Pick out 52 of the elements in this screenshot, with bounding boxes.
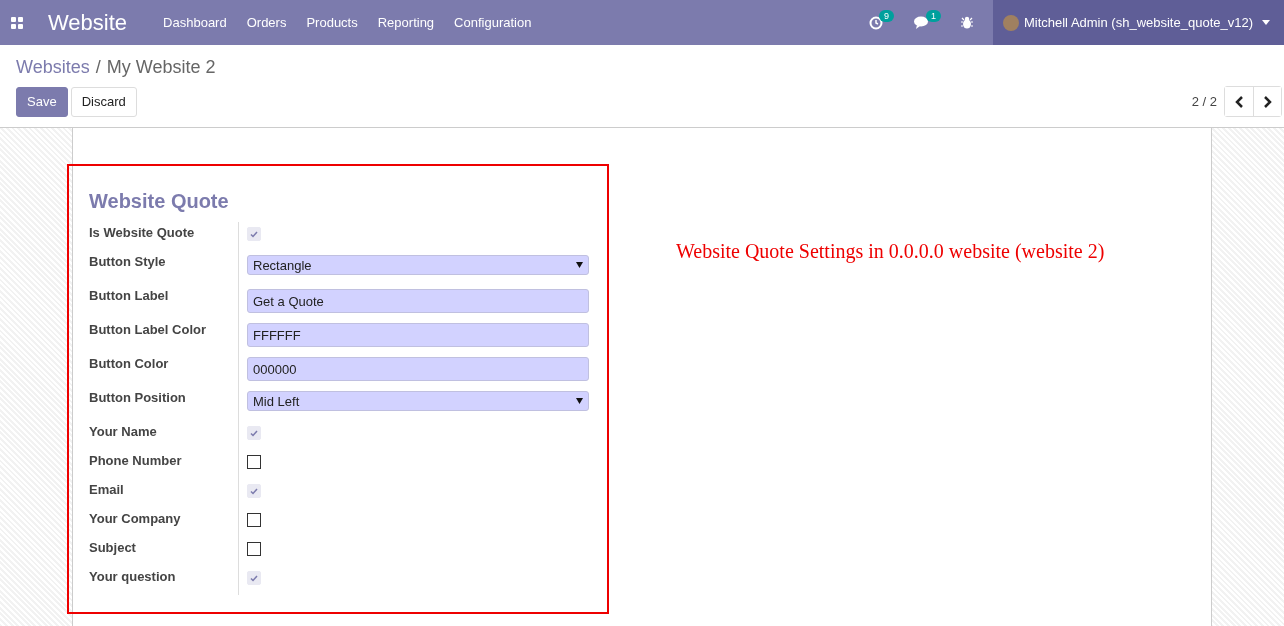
field-label: Button Label	[89, 285, 239, 319]
app-title: Website	[48, 9, 128, 36]
notification-badge: 9	[878, 9, 894, 22]
notification-badge: 1	[925, 10, 941, 22]
breadcrumb-separator: /	[95, 57, 101, 78]
checkmark-icon	[250, 429, 258, 437]
caret-icon	[1262, 20, 1270, 25]
field-label: Subject	[89, 537, 239, 566]
checkmark-icon	[250, 487, 258, 495]
form-section-title: Website Quote	[89, 190, 230, 213]
select-field[interactable]: Rectangle	[247, 255, 589, 275]
save-button[interactable]: Save	[16, 86, 68, 117]
input-field[interactable]: FFFFFF	[247, 323, 589, 347]
checkmark-icon	[250, 230, 258, 238]
clock-icon[interactable]	[868, 15, 883, 30]
select-field[interactable]: Mid Left	[247, 391, 589, 411]
input-field[interactable]: 000000	[247, 357, 589, 381]
chevron-left-icon	[1234, 95, 1244, 108]
dropdown-caret-icon	[576, 262, 583, 268]
checkmark-icon	[250, 574, 258, 582]
bug-icon[interactable]	[960, 16, 973, 29]
input-field[interactable]: Get a Quote	[247, 289, 589, 313]
menu-item[interactable]: Products	[306, 15, 358, 30]
field-label: Button Style	[89, 251, 239, 285]
field-label: Button Label Color	[89, 319, 239, 353]
field-label: Phone Number	[89, 450, 239, 479]
avatar-icon	[1002, 14, 1019, 31]
user-menu[interactable]: Mitchell Admin (sh_website_quote_v12)	[992, 0, 1284, 45]
menu-item[interactable]: Orders	[246, 15, 287, 30]
discard-button[interactable]: Discard	[70, 86, 137, 117]
field-label: Your Company	[89, 508, 239, 537]
field-label: Button Position	[89, 387, 239, 421]
annotation-text: Website Quote Settings in 0.0.0.0 website (website 2)	[676, 240, 1105, 264]
field-label: Is Website Quote	[89, 222, 239, 251]
apps-menu-icon[interactable]	[11, 16, 23, 29]
field-label: Your question	[89, 566, 239, 595]
chevron-right-icon	[1263, 95, 1272, 108]
menu-item[interactable]: Configuration	[454, 15, 532, 30]
field-label: Email	[89, 479, 239, 508]
breadcrumb-current: My Website 2	[106, 57, 216, 78]
field-label: Your Name	[89, 421, 239, 450]
menu-item[interactable]: Reporting	[377, 15, 435, 30]
checkbox[interactable]	[247, 455, 261, 469]
checkbox[interactable]	[247, 542, 261, 556]
breadcrumb-link[interactable]: Websites	[16, 57, 90, 78]
dropdown-caret-icon	[576, 398, 583, 404]
checkbox[interactable]	[247, 513, 261, 527]
field-label: Button Color	[89, 353, 239, 387]
chat-icon[interactable]	[913, 16, 930, 29]
pager-value: 2 / 2	[1191, 94, 1217, 109]
menu-item[interactable]: Dashboard	[163, 15, 227, 30]
next-button[interactable]	[1253, 87, 1281, 116]
